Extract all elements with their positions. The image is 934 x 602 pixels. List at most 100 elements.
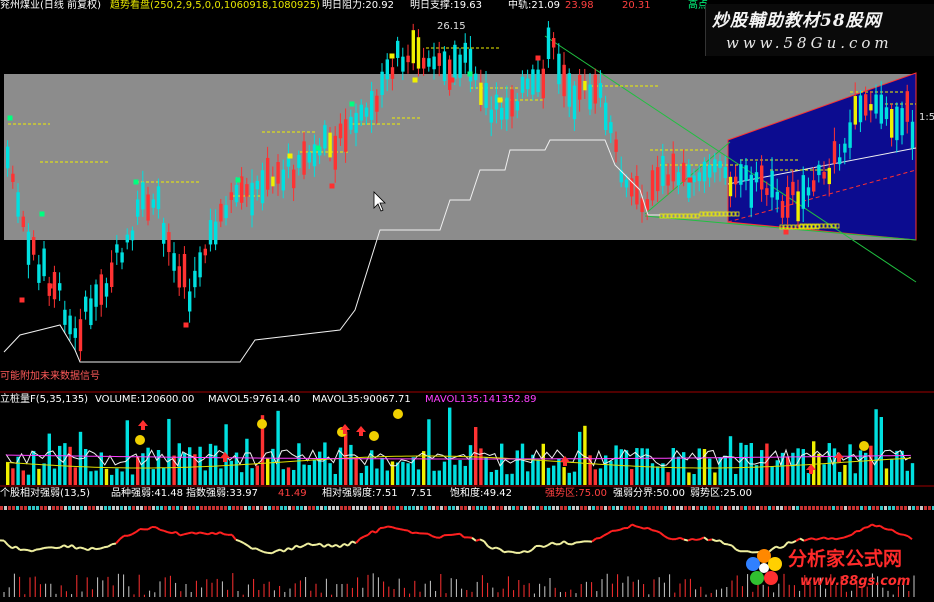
volume-bar (843, 465, 846, 485)
strength-strip-cell (516, 506, 519, 510)
volume-bar (568, 473, 571, 485)
signal-marker (184, 323, 189, 328)
strength-line-segment (60, 545, 64, 547)
strength-line-segment (196, 532, 200, 533)
candle-body (505, 98, 508, 120)
strength-strip-cell (580, 506, 583, 510)
candle-body (859, 95, 862, 122)
volume-bar (406, 463, 409, 485)
candle-body (724, 167, 727, 178)
candle-body (817, 165, 820, 175)
volume-bar (42, 463, 45, 485)
signal-marker (450, 78, 455, 83)
strength-strip-cell (280, 506, 283, 510)
strength-line-segment (88, 548, 92, 551)
volume-bar (198, 447, 201, 485)
strength-strip-cell (652, 506, 655, 510)
strength-line-segment (680, 538, 684, 540)
strength-strip-cell (828, 506, 831, 510)
strength-strip-cell (100, 506, 103, 510)
strength-line-segment (608, 531, 612, 534)
strength-strip-cell (636, 506, 639, 510)
strength-line-segment (488, 546, 492, 548)
volume-bar (713, 472, 716, 485)
strength-line-segment (364, 535, 368, 537)
strength-strip-cell (820, 506, 823, 510)
strength-strip-cell (164, 506, 167, 510)
candle-body (370, 91, 373, 120)
volume-bar (417, 469, 420, 485)
strength-header-item-9: 弱势区:25.00 (690, 488, 752, 500)
candle-body (750, 175, 753, 208)
main-header-item-1: 趋势看盘(250,2,9,5,0,0,1060918,1080925) (110, 0, 320, 12)
strength-line-segment (72, 545, 76, 549)
strength-strip-cell (864, 506, 867, 510)
volume-bar (11, 468, 14, 485)
volume-header-item-3: MAVOL35:90067.71 (312, 394, 411, 406)
candle-body (365, 108, 368, 117)
strength-strip-cell (928, 506, 931, 510)
strength-strip-cell (700, 506, 703, 510)
strength-line-segment (16, 547, 20, 550)
stock-chart-window[interactable]: 兖州煤业(日线 前复权)趋势看盘(250,2,9,5,0,0,1060918,1… (0, 0, 934, 598)
volume-bar (282, 469, 285, 485)
candle-body (32, 237, 35, 255)
volume-bar (573, 472, 576, 485)
strength-line-segment (528, 550, 532, 552)
watermark-58gu: 炒股輔助教材58股网 www.58Gu.com (705, 4, 934, 56)
candle-body (37, 264, 40, 282)
volume-bar (245, 439, 248, 485)
volume-bar (438, 471, 441, 485)
candle-body (349, 117, 352, 130)
candle-body (16, 192, 19, 216)
strength-line-segment (120, 536, 124, 539)
strength-strip-cell (912, 506, 915, 510)
strength-line-segment (288, 548, 292, 550)
volume-panel[interactable] (6, 408, 914, 485)
strength-line-segment (696, 539, 700, 540)
strength-line-segment (192, 532, 196, 533)
signal-marker (536, 56, 541, 61)
strength-strip-cell (800, 506, 803, 510)
candle-body (474, 74, 477, 80)
strength-strip-cell (472, 506, 475, 510)
volume-bar (37, 469, 40, 485)
candle-body (261, 170, 264, 203)
strength-line-segment (148, 527, 152, 529)
candle-body (547, 28, 550, 59)
candle-body (438, 53, 441, 66)
strength-line-segment (460, 534, 464, 538)
candle-body (136, 199, 139, 216)
volume-bar (297, 443, 300, 485)
strength-line-segment (428, 534, 432, 536)
candle-body (469, 49, 472, 82)
strength-line-segment (860, 528, 864, 531)
candle-body (599, 83, 602, 98)
volume-bar (864, 453, 867, 485)
strength-strip-cell (776, 506, 779, 510)
candle-body (344, 119, 347, 152)
strength-line-segment (620, 528, 624, 530)
strength-strip-cell (276, 506, 279, 510)
strength-strip-cell (512, 506, 515, 510)
volume-bar (48, 434, 51, 485)
strength-line-segment (700, 537, 704, 539)
strength-strip-cell (600, 506, 603, 510)
strength-header-item-6: 饱和度:49.42 (450, 488, 512, 500)
volume-bar (687, 472, 690, 485)
strength-strip-cell (540, 506, 543, 510)
strength-strip-cell (812, 506, 815, 510)
main-price-panel[interactable] (4, 21, 916, 362)
candle-body (401, 57, 404, 72)
candle-body (152, 199, 155, 207)
strength-strip-cell (332, 506, 335, 510)
strength-line-segment (868, 524, 872, 527)
volume-bar (630, 469, 633, 485)
strength-strip-cell (176, 506, 179, 510)
strength-line-segment (400, 529, 404, 530)
strength-strip-cell (340, 506, 343, 510)
strength-line-segment (304, 543, 308, 545)
strength-header-item-7: 强势区:75.00 (545, 488, 607, 500)
volume-bar (313, 460, 316, 485)
chart-canvas[interactable] (0, 0, 934, 598)
